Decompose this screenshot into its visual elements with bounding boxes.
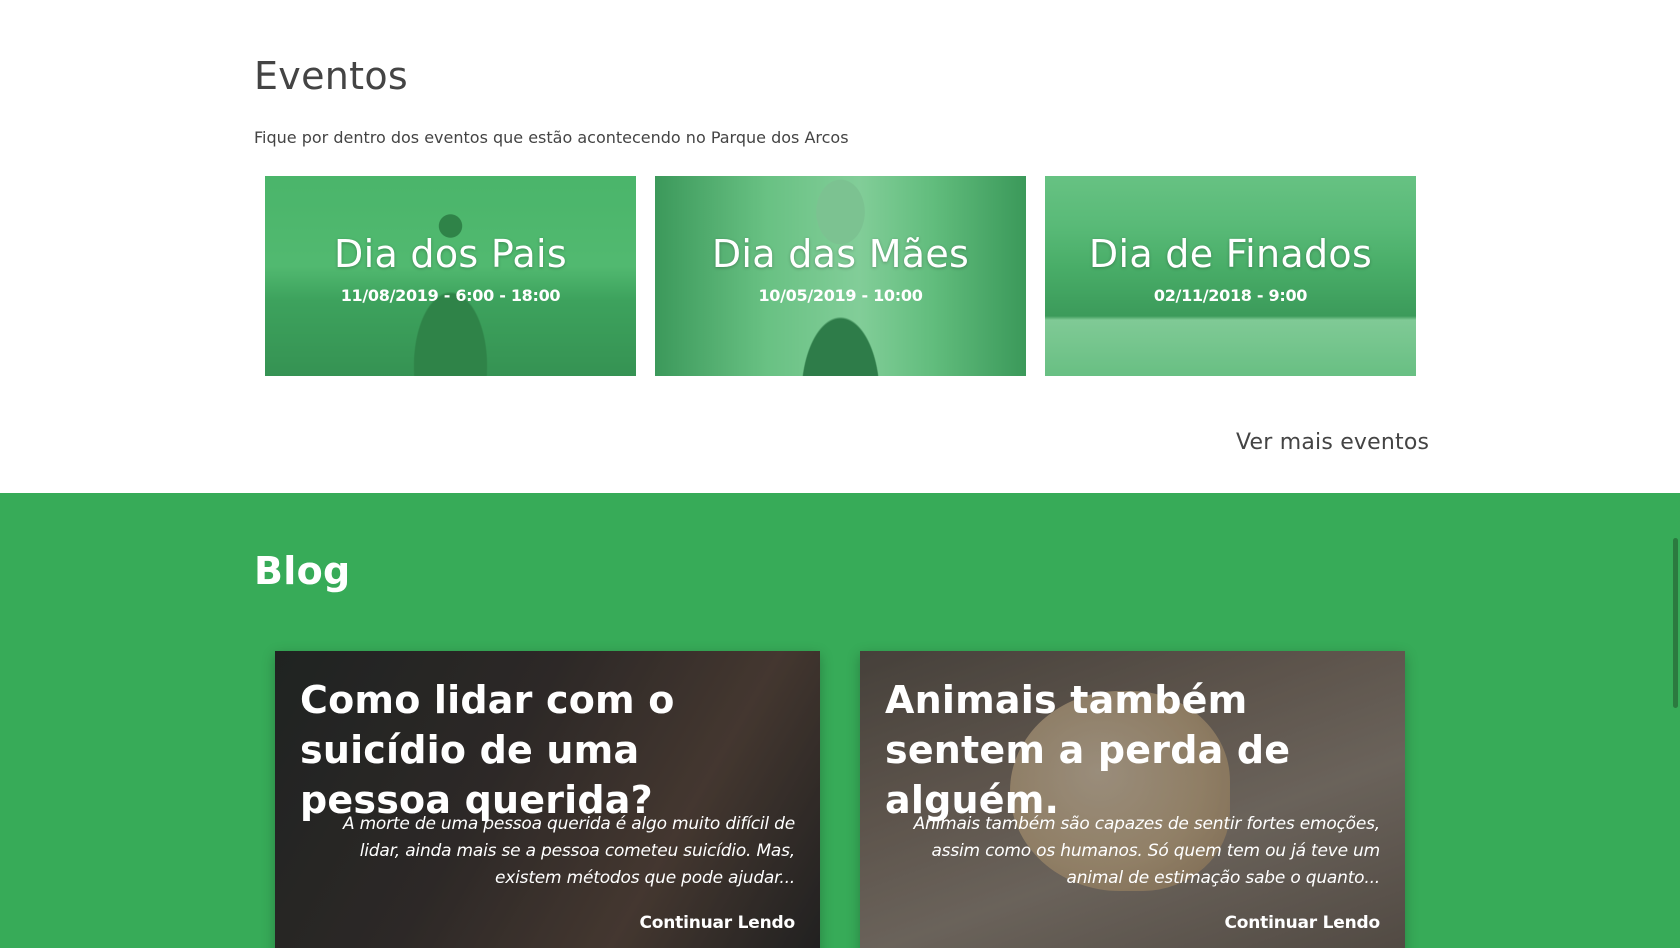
post-excerpt: Animais também são capazes de sentir for… (913, 814, 1381, 888)
eventos-title: Eventos (254, 54, 409, 98)
event-date: 02/11/2018 - 9:00 (1153, 286, 1308, 305)
page: Eventos Fique por dentro dos eventos que… (0, 0, 1680, 948)
event-card-dia-das-maes[interactable]: Dia das Mães 10/05/2019 - 10:00 (655, 176, 1026, 376)
post-title: Como lidar com o suicídio de uma pessoa … (300, 678, 675, 822)
event-date: 10/05/2019 - 10:00 (758, 286, 923, 305)
blog-section: Blog Como lidar com o suicídio de uma pe… (0, 493, 1680, 948)
event-card-dia-de-finados[interactable]: Dia de Finados 02/11/2018 - 9:00 (1045, 176, 1416, 376)
event-overlay (655, 176, 1026, 376)
post-title: Animais também sentem a perda de alguém. (885, 678, 1291, 822)
event-overlay (1045, 176, 1416, 376)
continuar-lendo-link[interactable]: Continuar Lendo (639, 913, 795, 933)
eventos-subtitle: Fique por dentro dos eventos que estão a… (254, 128, 849, 147)
page-scrollbar[interactable] (1672, 0, 1680, 948)
continuar-lendo-link[interactable]: Continuar Lendo (1224, 913, 1380, 933)
blog-post-card[interactable]: Como lidar com o suicídio de uma pessoa … (275, 651, 820, 948)
event-date: 11/08/2019 - 6:00 - 18:00 (340, 286, 561, 305)
blog-title: Blog (254, 549, 351, 593)
scrollbar-thumb[interactable] (1673, 538, 1678, 708)
event-title: Dia das Mães (711, 232, 970, 276)
event-title: Dia de Finados (1088, 232, 1373, 276)
eventos-section: Eventos Fique por dentro dos eventos que… (0, 0, 1680, 493)
event-overlay (265, 176, 636, 376)
event-card-dia-dos-pais[interactable]: Dia dos Pais 11/08/2019 - 6:00 - 18:00 (265, 176, 636, 376)
event-title: Dia dos Pais (334, 232, 567, 276)
ver-mais-eventos-link[interactable]: Ver mais eventos (1236, 430, 1429, 455)
post-excerpt: A morte de uma pessoa querida é algo mui… (342, 814, 795, 888)
blog-post-card[interactable]: Animais também sentem a perda de alguém.… (860, 651, 1405, 948)
